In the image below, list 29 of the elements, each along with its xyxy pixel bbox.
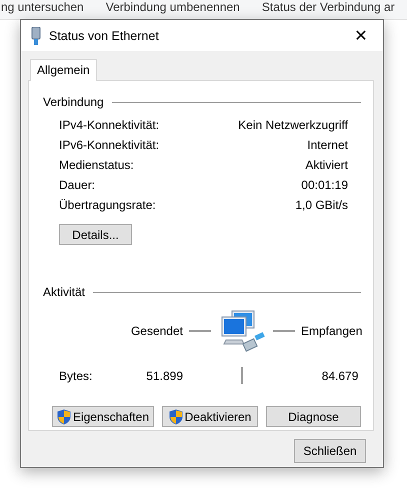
field-value: Aktiviert	[305, 158, 348, 172]
sent-label: Gesendet	[130, 324, 183, 338]
field-value: Internet	[307, 138, 348, 152]
details-button[interactable]: Details...	[59, 224, 132, 245]
group-heading: Aktivität	[43, 285, 86, 299]
close-dialog-button[interactable]: Schließen	[294, 439, 366, 463]
field-value: Kein Netzwerkzugriff	[238, 118, 348, 132]
ethernet-plug-icon	[31, 26, 41, 44]
field-label: Dauer:	[59, 178, 96, 192]
action-button[interactable]: Deaktivieren	[162, 406, 258, 427]
tab[interactable]: Allgemein	[30, 59, 97, 81]
toolbar-item[interactable]: ng untersuchen	[1, 0, 84, 14]
field-label: IPv6-Konnektivität:	[59, 138, 160, 152]
group-heading: Verbindung	[43, 95, 104, 109]
received-label: Empfangen	[301, 324, 362, 338]
action-button[interactable]: Diagnose	[266, 406, 361, 427]
field-label: Medienstatus:	[59, 158, 134, 172]
field-value: 1,0 GBit/s	[295, 198, 348, 212]
close-button[interactable]: ✕	[339, 20, 383, 51]
received-bytes: 84.679	[322, 368, 358, 382]
action-button[interactable]: Eigenschaften	[52, 406, 154, 427]
field-value: 00:01:19	[301, 178, 348, 192]
field-label: IPv4-Konnektivität:	[59, 118, 160, 132]
field-label: Übertragungsrate:	[59, 198, 156, 212]
toolbar-item[interactable]: Verbindung umbenennen	[106, 0, 240, 14]
bytes-label: Bytes:	[59, 368, 94, 382]
sent-bytes: 51.899	[146, 368, 183, 382]
window-title: Status von Ethernet	[49, 28, 160, 42]
toolbar-item[interactable]: Status der Verbindung ar	[262, 0, 395, 14]
